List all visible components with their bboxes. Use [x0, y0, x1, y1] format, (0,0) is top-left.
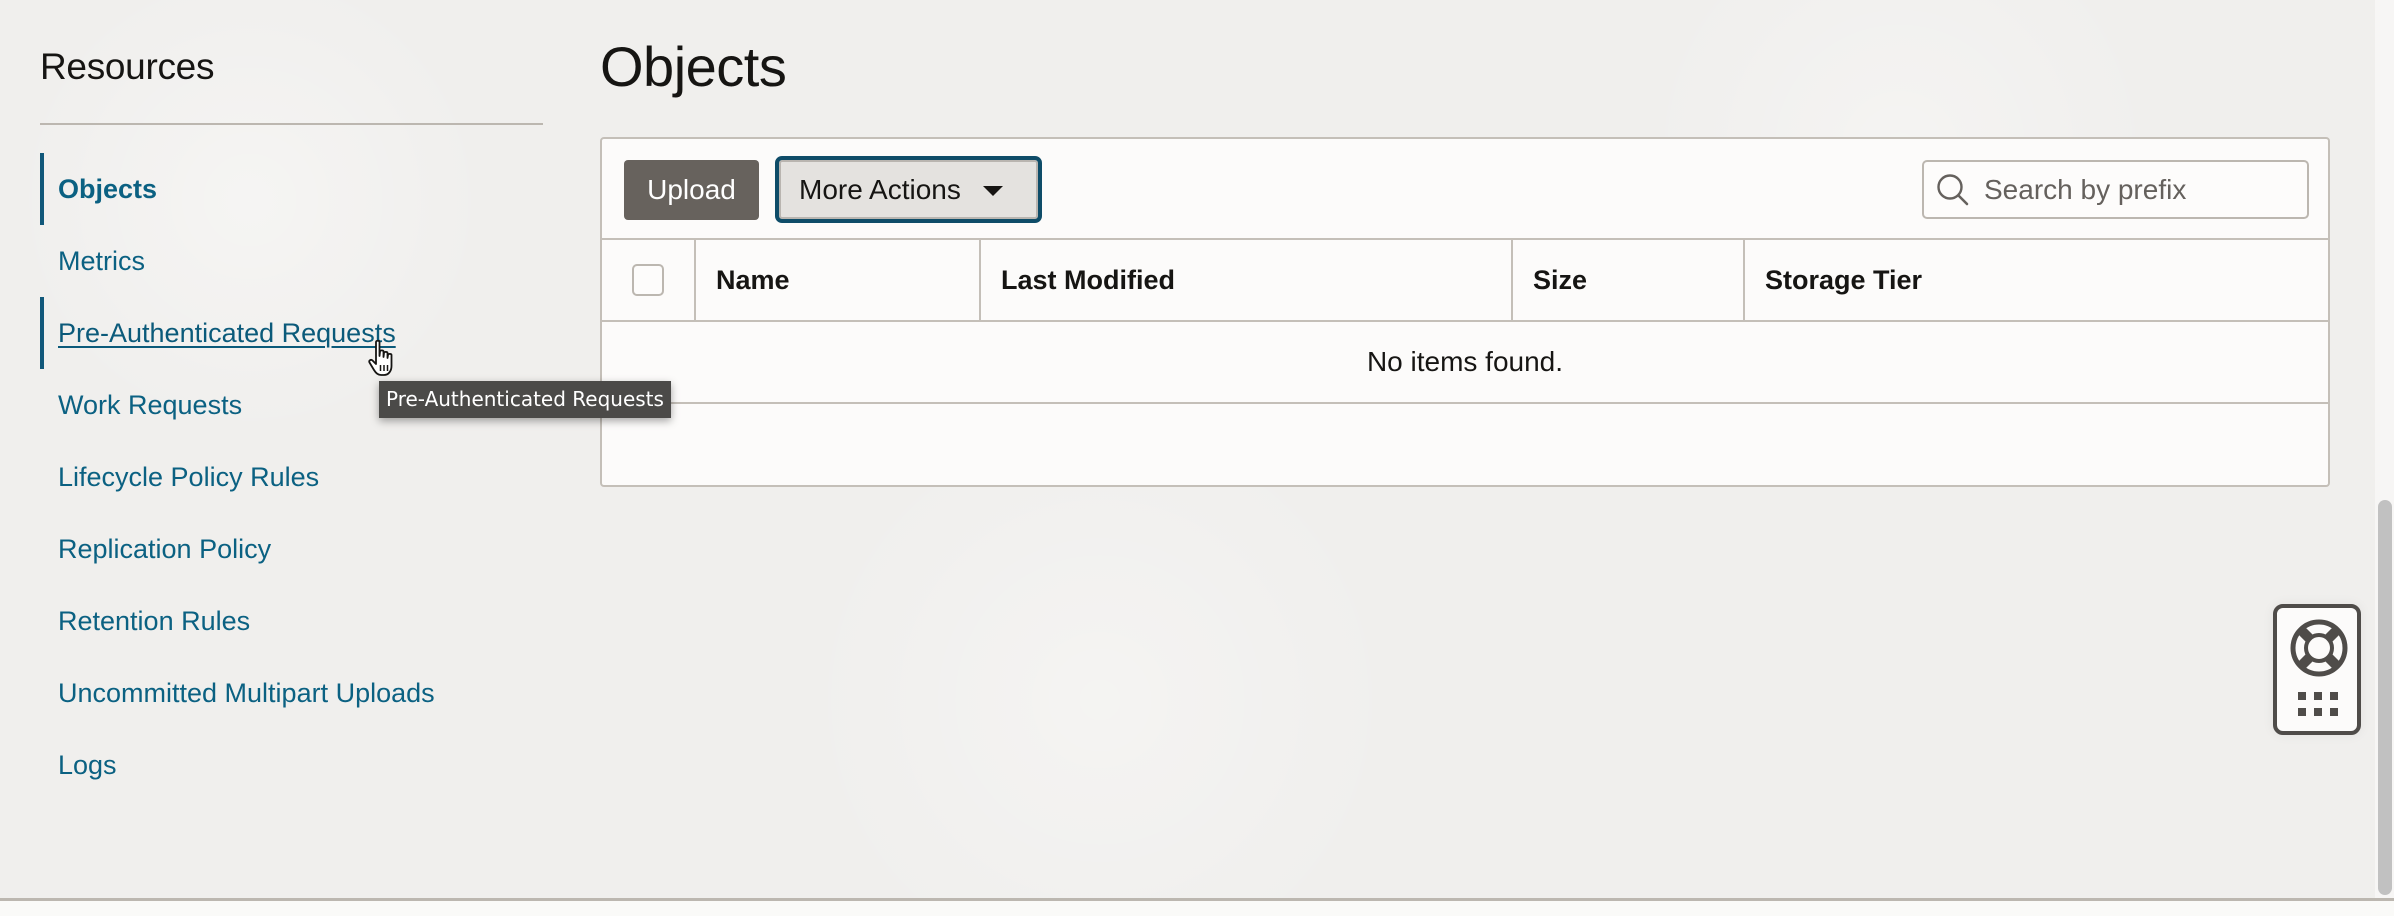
- search-input[interactable]: [1984, 173, 2304, 206]
- sidebar-item-uncommitted-multipart-uploads[interactable]: Uncommitted Multipart Uploads: [40, 657, 543, 729]
- more-actions-button[interactable]: More Actions: [775, 156, 1042, 223]
- objects-table: Name Last Modified Size Storage Tier No …: [602, 240, 2328, 404]
- sidebar-item-metrics[interactable]: Metrics: [40, 225, 543, 297]
- table-header: Name Last Modified Size Storage Tier: [602, 240, 2328, 322]
- sidebar-title: Resources: [40, 46, 215, 87]
- sidebar-divider: [40, 123, 543, 125]
- resources-nav: Objects Metrics Pre-Authenticated Reques…: [40, 153, 543, 801]
- search-icon: [1937, 173, 1969, 205]
- help-widget-button[interactable]: [2273, 604, 2361, 735]
- column-header-storage-tier[interactable]: Storage Tier: [1745, 240, 2328, 320]
- lifebuoy-icon: [2290, 619, 2348, 677]
- page-title: Objects: [600, 35, 787, 98]
- objects-panel: Upload More Actions Name Last Modified S…: [600, 137, 2330, 487]
- sidebar-item-replication-policy[interactable]: Replication Policy: [40, 513, 543, 585]
- caret-down-icon: [982, 186, 1003, 196]
- column-header-size[interactable]: Size: [1513, 240, 1745, 320]
- footer: [0, 901, 2394, 916]
- scrollbar-thumb[interactable]: [2378, 500, 2392, 895]
- sidebar-item-objects[interactable]: Objects: [40, 153, 543, 225]
- column-header-last-modified[interactable]: Last Modified: [981, 240, 1513, 320]
- more-actions-label: More Actions: [799, 173, 961, 205]
- select-all-checkbox[interactable]: [632, 264, 664, 296]
- empty-message: No items found.: [602, 322, 2328, 404]
- upload-button[interactable]: Upload: [624, 160, 759, 220]
- search-field[interactable]: [1922, 160, 2309, 219]
- sidebar-item-logs[interactable]: Logs: [40, 729, 543, 801]
- hand-pointer-cursor-icon: [368, 339, 393, 376]
- select-all-cell: [602, 240, 696, 320]
- sidebar-item-retention-rules[interactable]: Retention Rules: [40, 585, 543, 657]
- sidebar-item-pre-authenticated-requests[interactable]: Pre-Authenticated Requests: [40, 297, 543, 369]
- sidebar-item-lifecycle-policy-rules[interactable]: Lifecycle Policy Rules: [40, 441, 543, 513]
- objects-toolbar: Upload More Actions: [602, 139, 2328, 240]
- tooltip: Pre-Authenticated Requests: [379, 381, 671, 418]
- column-header-name[interactable]: Name: [696, 240, 981, 320]
- apps-grid-icon: [2298, 692, 2338, 716]
